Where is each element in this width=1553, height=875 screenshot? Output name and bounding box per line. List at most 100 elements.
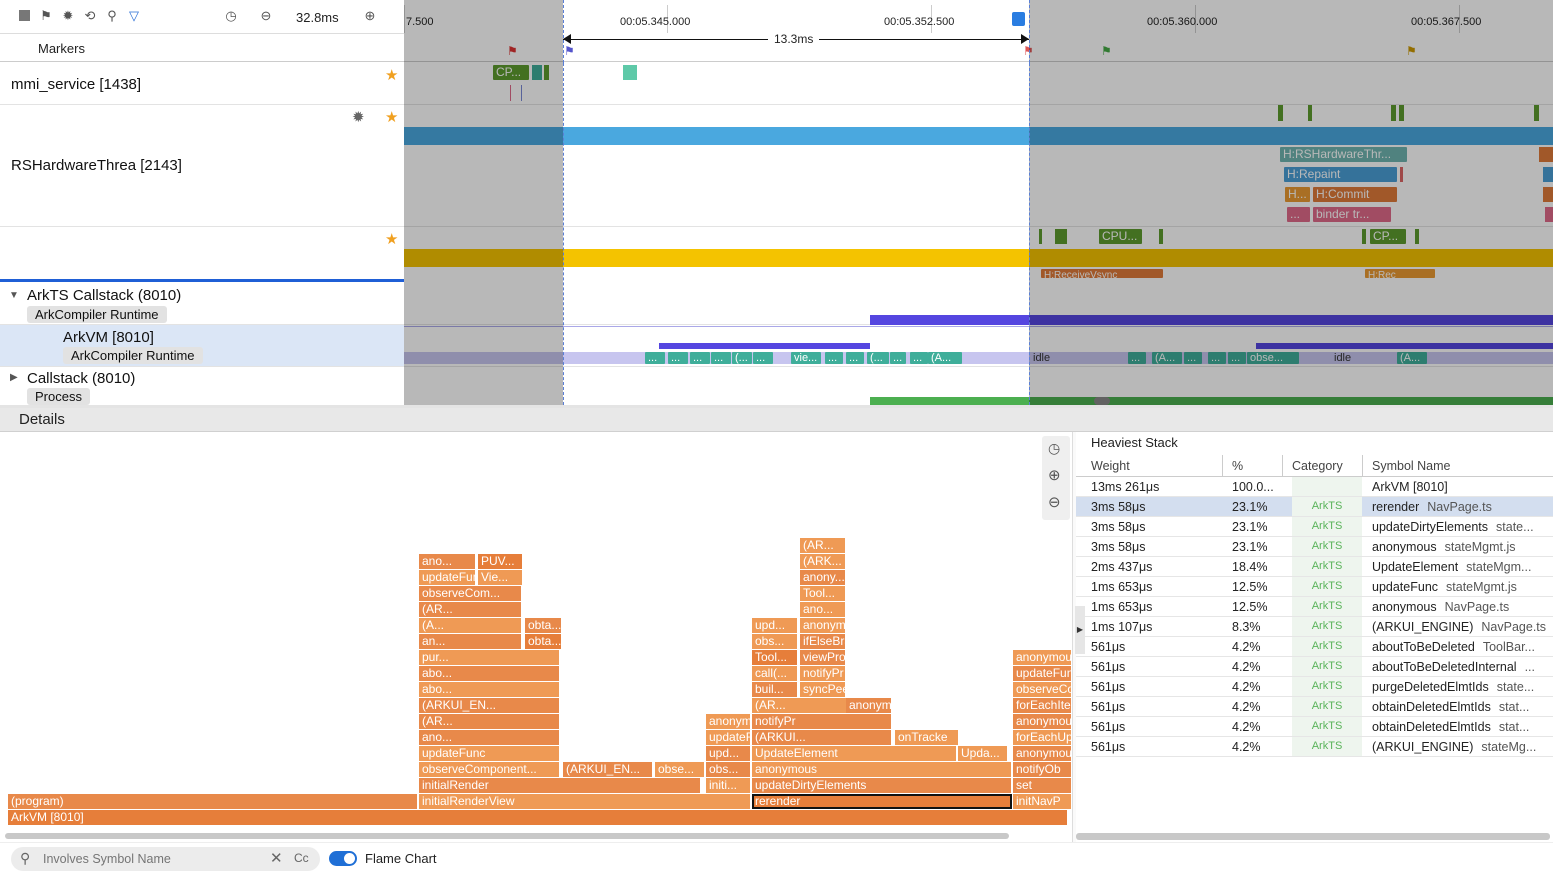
track-canvas[interactable]: CP... H:RSHardwareThr... H:Repaint H... … xyxy=(404,63,1553,405)
flame-frame[interactable]: observeComponent... xyxy=(419,762,560,777)
flame-frame[interactable]: obs... xyxy=(752,634,798,649)
col-percent[interactable]: % xyxy=(1232,459,1243,473)
flame-frame[interactable]: Vie... xyxy=(478,570,523,585)
heaviest-row[interactable]: 1ms 107μs 8.3% ArkTS (ARKUI_ENGINE) NavPage.… xyxy=(1076,617,1553,637)
flame-frame[interactable]: call(... xyxy=(752,666,798,681)
flame-frame[interactable]: upd... xyxy=(706,746,751,761)
track-arkts[interactable]: ▼ ArkTS Callstack (8010) ArkCompiler Run… xyxy=(0,283,404,325)
flame-frame[interactable]: anonym xyxy=(846,698,892,713)
search-box[interactable]: ⚲ ✕ Cc xyxy=(11,847,320,871)
heaviest-row[interactable]: 2ms 437μs 18.4% ArkTS UpdateElement stateMgm… xyxy=(1076,557,1553,577)
gear-icon[interactable]: ✹ xyxy=(352,108,365,126)
heaviest-row[interactable]: 561μs 4.2% ArkTS obtainDeletedElmtIds stat..… xyxy=(1076,697,1553,717)
arkvm-slice[interactable]: ... xyxy=(846,352,864,364)
flame-frame[interactable]: updateDirtyElements xyxy=(752,778,1012,793)
track-cpu[interactable]: ★ xyxy=(0,227,404,279)
flame-frame[interactable]: anonymous xyxy=(1013,650,1072,665)
flame-frame[interactable]: Tool... xyxy=(752,650,798,665)
flame-frame[interactable]: obta... xyxy=(525,634,562,649)
flame-frame[interactable]: updateFunc xyxy=(419,746,560,761)
flame-frame[interactable]: (AR... xyxy=(800,538,846,553)
flame-frame[interactable]: (ARKUI_EN... xyxy=(419,698,560,713)
flame-frame[interactable]: Tool... xyxy=(800,586,846,601)
flame-frame[interactable]: (AR... xyxy=(419,602,522,617)
flame-frame[interactable]: anony... xyxy=(800,570,846,585)
gear-icon[interactable]: ✹ xyxy=(60,8,76,24)
track-callstack[interactable]: ▶ Callstack (8010) Process xyxy=(0,367,404,405)
star-icon[interactable]: ★ xyxy=(385,66,398,84)
track-mmi[interactable]: mmi_service [1438] ★ xyxy=(0,63,404,105)
search-icon[interactable]: ⚲ xyxy=(104,8,120,24)
heaviest-row[interactable]: 3ms 58μs 23.1% ArkTS rerender NavPage.ts xyxy=(1076,497,1553,517)
flame-frame[interactable]: ano... xyxy=(419,730,560,745)
arkvm-slice[interactable]: ... xyxy=(825,352,843,364)
arkvm-slice[interactable]: (... xyxy=(867,352,889,364)
arkvm-slice[interactable]: (A... xyxy=(928,352,962,364)
arkvm-slice[interactable]: ... xyxy=(910,352,928,364)
flame-frame[interactable]: observeComponent... xyxy=(1013,682,1072,697)
flame-frame[interactable]: initNavP xyxy=(1013,794,1072,809)
flame-frame[interactable]: (program) xyxy=(8,794,418,809)
flame-frame[interactable]: initialRender xyxy=(419,778,701,793)
mmi-slice[interactable] xyxy=(623,65,637,80)
arkvm-slice[interactable]: ... xyxy=(645,352,665,364)
heaviest-row[interactable]: 13ms 261μs 100.0... ArkVM [8010] xyxy=(1076,477,1553,497)
flame-frame[interactable]: onTracke xyxy=(895,730,959,745)
zoom-out-icon[interactable]: ⊖ xyxy=(258,8,274,24)
flame-frame[interactable]: observeCom... xyxy=(419,586,522,601)
flame-frame[interactable]: an... xyxy=(419,634,522,649)
flame-frame[interactable]: viewPro xyxy=(800,650,846,665)
heaviest-row[interactable]: 561μs 4.2% ArkTS purgeDeletedElmtIds state..… xyxy=(1076,677,1553,697)
heaviest-row[interactable]: 561μs 4.2% ArkTS (ARKUI_ENGINE) stateMg... xyxy=(1076,737,1553,757)
square-icon[interactable] xyxy=(16,8,32,24)
flame-frame[interactable]: anonymous xyxy=(1013,714,1072,729)
bookmark-icon[interactable] xyxy=(1012,12,1025,26)
search-input[interactable] xyxy=(43,850,263,868)
case-sensitive-toggle[interactable]: Cc xyxy=(294,851,309,865)
flame-frame[interactable]: set xyxy=(1013,778,1072,793)
flame-scrollbar[interactable] xyxy=(5,833,1009,839)
clock-icon[interactable]: ◷ xyxy=(223,8,239,24)
flag-icon[interactable]: ⚑ xyxy=(38,8,54,24)
heaviest-row[interactable]: 1ms 653μs 12.5% ArkTS updateFunc stateMgmt.j… xyxy=(1076,577,1553,597)
col-symbol[interactable]: Symbol Name xyxy=(1372,459,1451,473)
track-arkvm[interactable]: ArkVM [8010] ArkCompiler Runtime xyxy=(0,325,404,367)
star-icon[interactable]: ★ xyxy=(385,108,398,126)
flame-frame[interactable]: obse... xyxy=(655,762,705,777)
flame-frame[interactable]: UpdateElement xyxy=(752,746,957,761)
flame-frame[interactable]: ano... xyxy=(419,554,476,569)
col-weight[interactable]: Weight xyxy=(1091,459,1130,473)
flame-frame[interactable]: anonymous xyxy=(752,762,1012,777)
col-category[interactable]: Category xyxy=(1292,459,1343,473)
arkvm-slice[interactable]: ... xyxy=(890,352,906,364)
zoom-in-icon[interactable]: ⊕ xyxy=(362,8,378,24)
flame-frame[interactable]: anonymous xyxy=(1013,746,1072,761)
flame-frame[interactable]: notifyPr xyxy=(752,714,892,729)
flame-frame[interactable]: notifyPr xyxy=(800,666,846,681)
flame-frame[interactable]: (ARKUI_EN... xyxy=(563,762,653,777)
zoom-in-icon[interactable]: ⊕ xyxy=(1048,466,1061,484)
flame-frame[interactable]: syncPee xyxy=(800,682,846,697)
flame-frame[interactable]: upd... xyxy=(752,618,798,633)
heaviest-scrollbar[interactable] xyxy=(1076,833,1550,840)
flame-frame[interactable]: notifyOb xyxy=(1013,762,1072,777)
flame-frame[interactable]: initialRenderView xyxy=(419,794,751,809)
flag-marker-icon[interactable]: ⚑ xyxy=(564,44,575,58)
heaviest-row[interactable]: 3ms 58μs 23.1% ArkTS anonymous stateMgmt.js xyxy=(1076,537,1553,557)
heaviest-row[interactable]: 3ms 58μs 23.1% ArkTS updateDirtyElements sta… xyxy=(1076,517,1553,537)
flame-frame[interactable]: (AR... xyxy=(419,714,560,729)
flame-frame[interactable]: PUV... xyxy=(478,554,523,569)
flame-frame[interactable]: obta... xyxy=(525,618,562,633)
reset-icon[interactable]: ◷ xyxy=(1048,440,1060,457)
clear-icon[interactable]: ✕ xyxy=(270,849,283,867)
flame-frame[interactable]: buil... xyxy=(752,682,798,697)
filter-icon[interactable]: ▽ xyxy=(126,8,142,24)
arkvm-slice[interactable]: (... xyxy=(732,352,752,364)
flame-frame[interactable]: updateFunc xyxy=(706,730,751,745)
zoom-out-icon[interactable]: ⊖ xyxy=(1048,493,1061,511)
flame-frame[interactable]: pur... xyxy=(419,650,560,665)
collapse-icon[interactable]: ▼ xyxy=(9,290,19,301)
refresh-icon[interactable]: ⟲ xyxy=(82,8,98,24)
flame-frame[interactable]: obs... xyxy=(706,762,751,777)
track-rs[interactable]: RSHardwareThrea [2143] ✹ ★ xyxy=(0,105,404,227)
